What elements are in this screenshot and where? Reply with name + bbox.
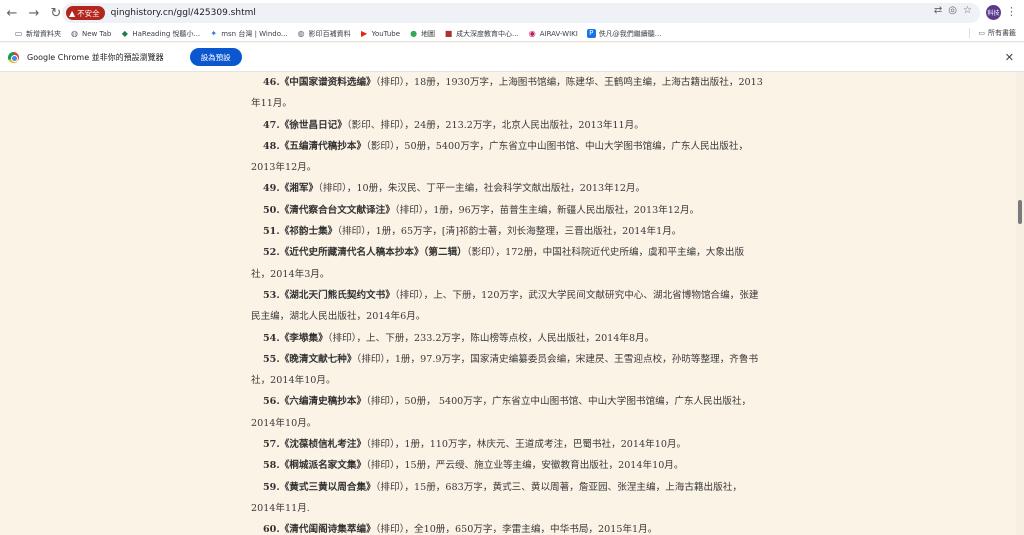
bookmarks-bar: ▭ 新增資料夾 ◍ New Tab ◆ HaReading 悅聽小... ✦ msn 台…	[0, 26, 1024, 42]
page-scrollbar[interactable]	[1016, 72, 1024, 535]
list-item: 49.《湘军》（排印），10册，朱汉民、丁平一主编，社会科学文献出版社，2013…	[263, 183, 646, 195]
list-item: 50.《清代察合台文文献译注》（排印），1册，96万字，苗普生主编，新疆人民出版…	[263, 204, 700, 216]
forward-icon[interactable]: →	[24, 3, 44, 23]
list-item: 46.《中国家谱资料选编》（排印），18册，1930万字，上海图书馆编，陈建华、…	[251, 77, 763, 110]
list-item: 56.《六编清史稿抄本》（排印），50册， 5400万字，广东省立中山图书馆、中…	[251, 396, 752, 429]
bookmark-item[interactable]: ◍ New Tab	[70, 29, 111, 38]
p-icon: P	[586, 29, 596, 38]
omnibox-actions: ⇄ ◎ ☆	[934, 5, 972, 16]
bookmark-item[interactable]: ● 地圖	[409, 29, 435, 39]
list-item: 57.《沈葆桢信札考注》（排印），1册，110万字，林庆元、王道成考注，巴蜀书社…	[263, 439, 687, 451]
profile-avatar[interactable]: 科技	[986, 5, 1001, 20]
folder-icon: ▭	[978, 29, 985, 37]
bookmark-item[interactable]: ◉ AIRAV-WIKI	[528, 29, 578, 38]
divider	[969, 28, 971, 38]
list-item: 58.《桐城派名家文集》（排印），15册，严云绶、施立业等主编，安徽教育出版社，…	[263, 460, 684, 472]
list-item: 55.《晚清文献七种》（排印），1册，97.9万字，国家清史编纂委员会编，宋建昃…	[251, 353, 759, 387]
bookmark-item[interactable]: ✦ msn 台灣 | Windo...	[209, 29, 287, 39]
bookmark-item[interactable]: ◆ HaReading 悅聽小...	[120, 29, 200, 39]
list-item: 54.《李塨集》（排印），上、下册，233.2万字，陈山榜等点校，人民出版社，2…	[263, 332, 655, 344]
default-browser-infobar: Google Chrome 並非你的預設瀏覽器 設為預設 ✕	[0, 43, 1024, 72]
set-default-button[interactable]: 設為預設	[189, 48, 242, 66]
back-icon[interactable]: ←	[2, 3, 22, 23]
chrome-icon	[8, 51, 19, 63]
msn-icon: ✦	[210, 29, 218, 38]
scroll-thumb[interactable]	[1018, 200, 1022, 224]
list-item: 52.《近代史所藏清代名人稿本抄本》（第二辑）（影印），172册，中国社科院近代…	[251, 247, 745, 280]
list-item: 47.《徐世昌日记》（影印、排印），24册，213.2万字，北京人民出版社，20…	[263, 119, 644, 131]
url-text[interactable]: qinghistory.cn/ggl/425309.shtml	[111, 8, 256, 18]
star-icon[interactable]: ☆	[963, 5, 972, 16]
list-item: 59.《黄式三黄以周合集》（排印），15册，683万字，黄式三、黄以周著，詹亚园…	[251, 481, 742, 514]
insecure-label: 不安全	[77, 8, 100, 18]
youtube-icon: ▶	[361, 29, 368, 38]
infobar-message: Google Chrome 並非你的預設瀏覽器	[27, 52, 164, 62]
globe-icon: ◍	[71, 29, 78, 38]
close-icon[interactable]: ✕	[1005, 51, 1014, 64]
address-bar[interactable]: ▲ 不安全 qinghistory.cn/ggl/425309.shtml ⇄ …	[62, 3, 980, 23]
maps-icon: ●	[410, 29, 418, 38]
eye-off-icon[interactable]: ◎	[948, 5, 957, 16]
folder-icon: ▭	[14, 29, 23, 38]
article-body: 46.《中国家谱资料选编》（排印），18册，1930万字，上海图书馆编，陈建华、…	[251, 72, 763, 535]
insecure-chip[interactable]: ▲ 不安全	[66, 6, 105, 20]
hareading-icon: ◆	[121, 29, 128, 38]
globe-icon: ◍	[297, 29, 305, 38]
bookmark-item[interactable]: ▭ 新增資料夾	[14, 29, 61, 39]
list-item: 48.《五编清代稿抄本》（影印），50册，5400万字，广东省立中山图书馆、中山…	[251, 140, 749, 174]
all-bookmarks[interactable]: ▭ 所有書籤	[969, 28, 1016, 38]
ncku-icon: ■	[444, 29, 453, 38]
list-item: 53.《湖北天门熊氏契约文书》（排印），上、下册，120万字，武汉大学民间文献研…	[251, 289, 759, 323]
menu-icon[interactable]: ⋮	[1006, 5, 1017, 18]
page-content: 46.《中国家谱资料选编》（排印），18册，1930万字，上海图书馆编，陈建华、…	[0, 72, 1024, 535]
list-item: 60.《清代闺阁诗集萃编》（排印），全10册，650万字，李雷主编，中华书局，2…	[263, 524, 658, 535]
bookmark-item[interactable]: ■ 成大深度教育中心...	[444, 29, 519, 39]
airav-icon: ◉	[528, 29, 536, 38]
warning-icon: ▲	[69, 8, 76, 18]
list-item: 51.《祁韵士集》（排印），1册，65万字，[清]祁韵士著，刘长海整理，三晋出版…	[263, 226, 682, 238]
bookmark-item[interactable]: ▶ YouTube	[360, 29, 400, 38]
bookmark-item[interactable]: P 佚凡@我們繼續聽...	[586, 29, 661, 39]
translate-icon[interactable]: ⇄	[934, 5, 942, 16]
browser-toolbar: ← → ↻ ▲ 不安全 qinghistory.cn/ggl/425309.sh…	[0, 0, 1024, 26]
bookmark-item[interactable]: ◍ 影印百補資料	[297, 29, 351, 39]
